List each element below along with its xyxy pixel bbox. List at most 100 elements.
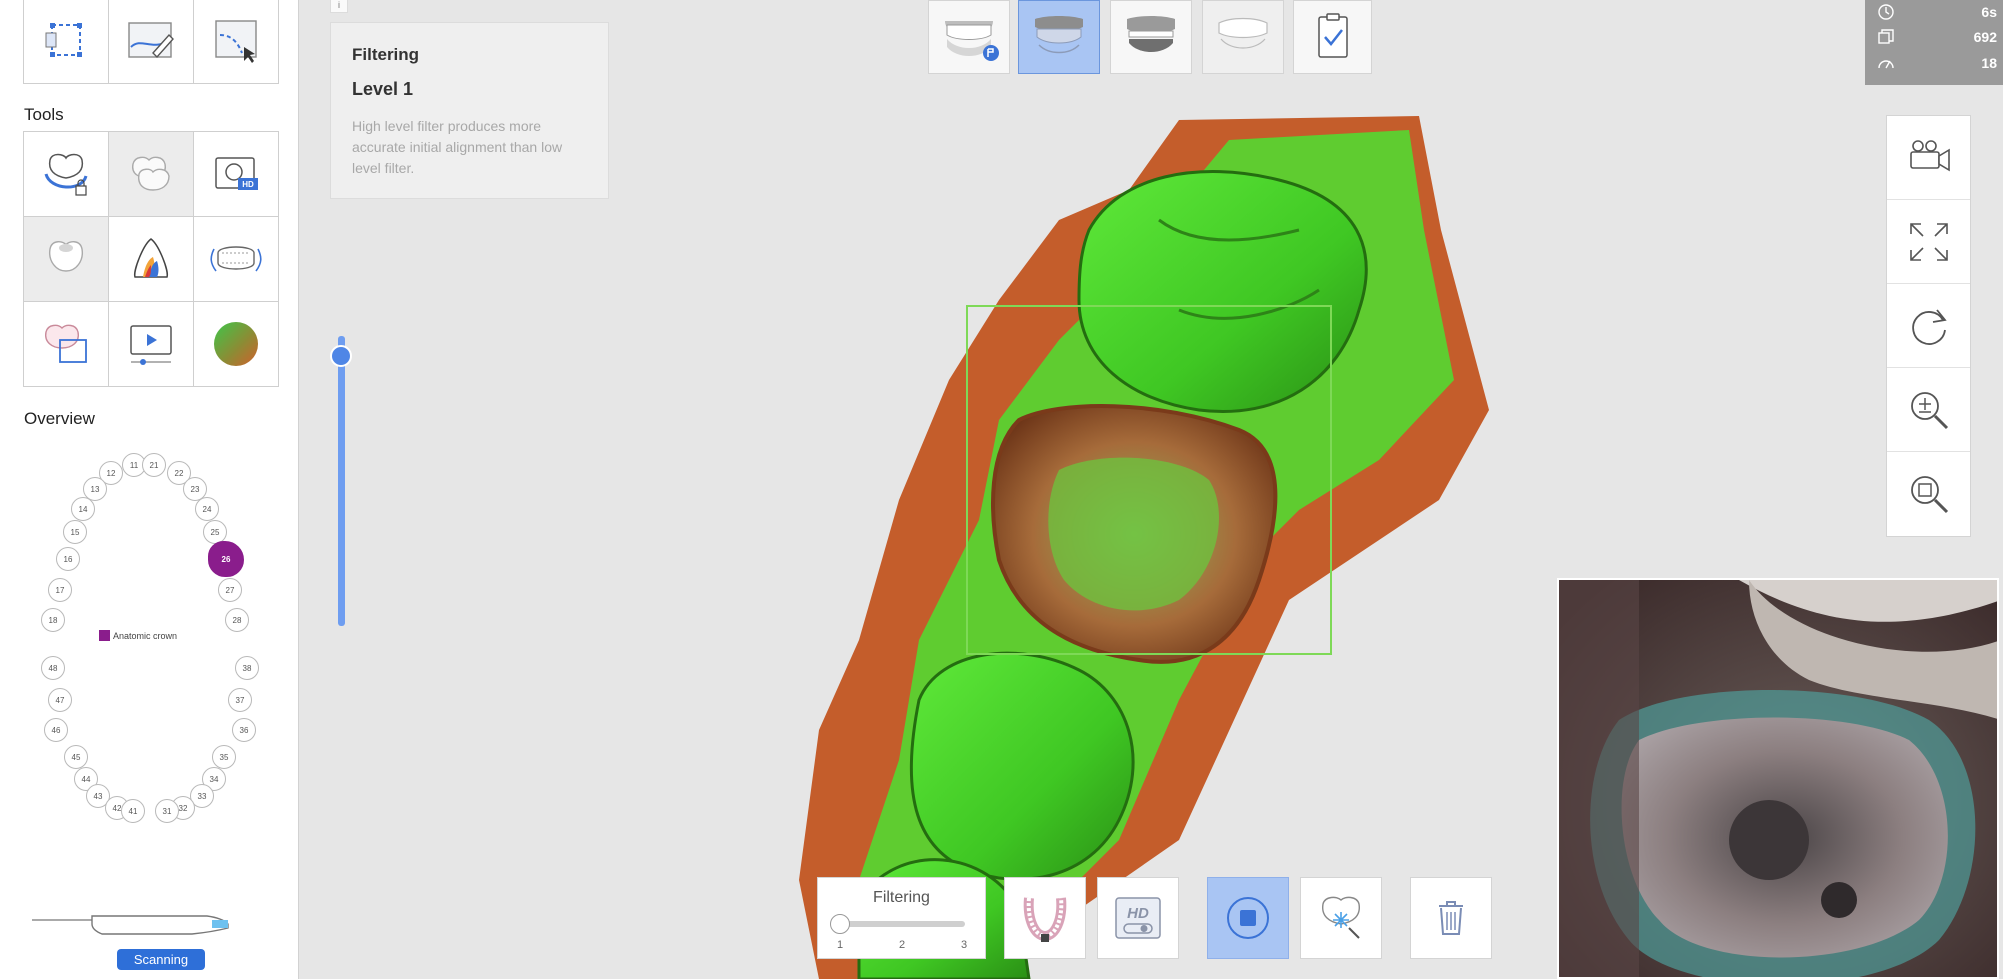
tooth-16[interactable]: 16 [56, 547, 80, 571]
filter-tick-2: 2 [899, 939, 906, 951]
expand-icon [1909, 222, 1948, 261]
stat-speed-value: 18 [1981, 55, 1997, 71]
occlusion-tool-button[interactable] [24, 302, 109, 387]
filter-tick-3: 3 [961, 939, 968, 951]
tooth-28[interactable]: 28 [225, 608, 249, 632]
camera-view-button[interactable] [1887, 116, 1970, 199]
tooth-21[interactable]: 21 [142, 453, 166, 477]
select-area-tool-button[interactable] [24, 0, 109, 84]
legend-swatch [99, 630, 110, 641]
stage-mandible-button[interactable] [1018, 0, 1100, 74]
video-play-icon [130, 325, 172, 365]
hd-capture-tool-button[interactable]: HD [194, 132, 279, 217]
legend-label: Anatomic crown [113, 630, 178, 641]
tooth-17[interactable]: 17 [48, 578, 72, 602]
color-sphere-icon [214, 322, 258, 366]
frames-icon [1878, 29, 1894, 44]
color-mode-tool-button[interactable] [194, 302, 279, 387]
scanning-status-badge: Scanning [117, 949, 205, 970]
tooth-27[interactable]: 27 [218, 578, 242, 602]
teeth-stack-icon [132, 156, 170, 191]
scanner-handpiece-icon [32, 915, 229, 935]
lower-jaw-icon [1035, 16, 1083, 54]
filter-tick-1: 1 [837, 939, 844, 951]
clipboard-check-icon [1317, 13, 1348, 58]
molar-lower [909, 651, 1135, 881]
tooth-model-icon [49, 241, 83, 272]
arch-mode-button[interactable] [1004, 877, 1086, 959]
rotate-icon [1911, 308, 1947, 345]
ai-tooth-button[interactable] [1300, 877, 1382, 959]
tooth-48[interactable]: 48 [41, 656, 65, 680]
video-playback-tool-button[interactable] [109, 302, 194, 387]
tooth-38[interactable]: 38 [235, 656, 259, 680]
trim-tool-button[interactable] [194, 0, 279, 84]
upper-jaw-icon [945, 21, 999, 61]
stat-speed-row: 18 [1865, 51, 1997, 75]
tooth-14[interactable]: 14 [71, 497, 95, 521]
live-camera-image [1559, 580, 1997, 977]
rotate-view-button[interactable] [1887, 284, 1970, 367]
overview-section-label: Overview [24, 409, 95, 428]
dental-arch-icon [1023, 897, 1067, 942]
zoom-button[interactable] [1887, 368, 1970, 451]
filtering-slider-track[interactable] [840, 921, 965, 927]
tooth-18[interactable]: 18 [41, 608, 65, 632]
info-title: Filtering [352, 45, 420, 64]
tooth-35[interactable]: 35 [212, 745, 236, 769]
tooth-model-tool-button[interactable] [24, 217, 109, 302]
fit-view-button[interactable] [1887, 200, 1970, 283]
tools-grid: HD [23, 131, 279, 387]
tooth-45[interactable]: 45 [64, 745, 88, 769]
delete-button[interactable] [1410, 877, 1492, 959]
brush-surface-icon [128, 22, 174, 59]
left-panel: Tools HD Overview Anatomic crown 11 21 1… [0, 0, 299, 979]
scan-stats-panel: 6s 692 18 [1865, 0, 2003, 85]
zoom-plus-minus-icon [1910, 391, 1948, 429]
stage-occlusion-button[interactable] [1110, 0, 1192, 74]
tooth-47[interactable]: 47 [48, 688, 72, 712]
tooth-overview-chart: Anatomic crown 11 21 12 22 13 23 14 24 15 25 16 26 1… [23, 440, 273, 840]
select-area-icon [45, 23, 82, 57]
stage-complete-button[interactable] [1293, 0, 1372, 74]
arch-rotate-tool-button[interactable] [194, 217, 279, 302]
svg-text:HD: HD [242, 180, 254, 189]
hd-mode-button[interactable]: HD [1097, 877, 1179, 959]
tooth-sparkle-icon [1322, 896, 1360, 939]
stage-extra-button[interactable] [1202, 0, 1284, 74]
stop-scan-button[interactable] [1207, 877, 1289, 959]
video-camera-icon [1909, 139, 1950, 171]
scan-3d-viewport[interactable] [299, 80, 1559, 979]
tooth-37[interactable]: 37 [228, 688, 252, 712]
view-toolbar [1886, 115, 1971, 537]
stat-count-row: 692 [1865, 25, 1997, 49]
filtering-slider-knob[interactable] [830, 914, 850, 934]
tooth-36[interactable]: 36 [232, 718, 256, 742]
intraoral-camera-preview [1557, 578, 1999, 979]
tools-section-label: Tools [24, 105, 64, 124]
tooth-15[interactable]: 15 [63, 520, 87, 544]
stat-time-value: 6s [1981, 4, 1997, 20]
hd-label: HD [1127, 905, 1149, 922]
tooth-24[interactable]: 24 [195, 497, 219, 521]
tooth-lock-icon [44, 153, 88, 196]
zoom-area-button[interactable] [1887, 452, 1970, 535]
tooth-26[interactable]: 26 [208, 541, 244, 577]
dental-arch-rotate-icon [210, 246, 262, 272]
tooth-41[interactable]: 41 [121, 799, 145, 823]
tooth-31[interactable]: 31 [155, 799, 179, 823]
stop-icon [1227, 897, 1269, 939]
color-analysis-tool-button[interactable] [109, 217, 194, 302]
stage-maxilla-button[interactable] [928, 0, 1010, 74]
tooth-data-tool-button[interactable] [109, 132, 194, 217]
info-panel-tab[interactable]: i [330, 0, 348, 13]
stat-count-value: 692 [1973, 29, 1997, 45]
paint-tool-button[interactable] [109, 0, 194, 84]
zoom-area-icon [1910, 475, 1948, 513]
lock-tooth-tool-button[interactable] [24, 132, 109, 217]
clock-icon [1878, 4, 1894, 20]
tooth-46[interactable]: 46 [44, 718, 68, 742]
overview-legend: Anatomic crown [99, 630, 177, 641]
speedometer-icon [1878, 60, 1894, 69]
trim-cursor-icon [215, 20, 257, 63]
